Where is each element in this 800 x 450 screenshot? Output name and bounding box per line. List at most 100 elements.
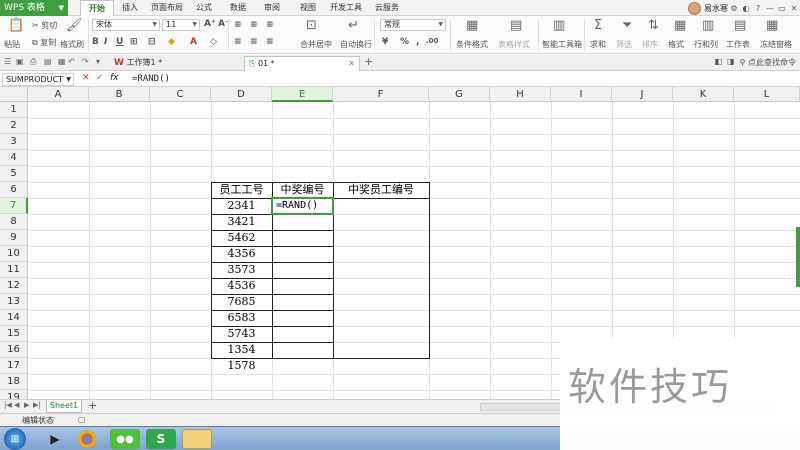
row-header-10[interactable]: 10 bbox=[0, 246, 28, 262]
employee-id-cell[interactable]: 5462 bbox=[211, 230, 272, 246]
skin-icon[interactable]: ◐ bbox=[740, 4, 752, 13]
italic-button[interactable]: I bbox=[104, 37, 107, 47]
tab-review[interactable]: 审阅 bbox=[258, 0, 286, 16]
employee-id-cell[interactable]: 3573 bbox=[211, 262, 272, 278]
conditional-format-icon[interactable]: ▦ bbox=[466, 18, 478, 33]
row-header-2[interactable]: 2 bbox=[0, 118, 28, 134]
row-header-4[interactable]: 4 bbox=[0, 150, 28, 166]
share-icon[interactable]: ◨ bbox=[727, 57, 735, 68]
align-center-icon[interactable]: ≡ bbox=[250, 37, 258, 47]
feedback-icon[interactable]: ◧ bbox=[714, 57, 722, 68]
employee-id-cell[interactable]: 1354 bbox=[211, 342, 272, 358]
redo-icon[interactable]: ↷ bbox=[82, 57, 89, 66]
employee-id-cell[interactable]: 3421 bbox=[211, 214, 272, 230]
prev-sheet-icon[interactable]: ◀ bbox=[14, 401, 19, 409]
column-header-l[interactable]: L bbox=[734, 87, 800, 102]
formula-input[interactable]: =RAND() bbox=[132, 73, 170, 86]
chrome-icon[interactable] bbox=[78, 430, 96, 448]
avatar[interactable] bbox=[688, 1, 701, 15]
font-size-select[interactable]: 11 ▼ bbox=[162, 19, 200, 31]
row-header-13[interactable]: 13 bbox=[0, 294, 28, 310]
tab-insert[interactable]: 插入 bbox=[116, 0, 144, 16]
tab-formulas[interactable]: 公式 bbox=[190, 0, 218, 16]
sort-button[interactable]: 排序 bbox=[642, 39, 658, 50]
cut-button[interactable]: ✂ 剪切 bbox=[32, 20, 57, 31]
tab-home[interactable]: 开始 bbox=[80, 0, 114, 16]
align-top-icon[interactable]: ≡ bbox=[234, 20, 242, 30]
column-header-c[interactable]: C bbox=[150, 87, 211, 102]
filter-button[interactable]: 筛选 bbox=[616, 39, 632, 50]
row-header-15[interactable]: 15 bbox=[0, 326, 28, 342]
settings-icon[interactable]: ⚙ bbox=[728, 4, 740, 13]
clear-format-icon[interactable]: ◇ bbox=[210, 37, 217, 47]
font-color-icon[interactable]: A bbox=[190, 37, 197, 47]
employee-id-cell[interactable]: 2341 bbox=[211, 198, 272, 214]
last-sheet-icon[interactable]: ▶| bbox=[33, 401, 41, 409]
menu-icon[interactable]: ☰ bbox=[4, 57, 11, 66]
column-header-i[interactable]: I bbox=[551, 87, 612, 102]
sum-icon[interactable]: Σ bbox=[594, 18, 602, 33]
row-header-12[interactable]: 12 bbox=[0, 278, 28, 294]
dropdown-icon[interactable]: ▾ bbox=[96, 57, 100, 66]
row-header-5[interactable]: 5 bbox=[0, 166, 28, 182]
maximize-icon[interactable]: ▭ bbox=[776, 4, 788, 13]
freeze-icon[interactable]: ▦ bbox=[766, 18, 778, 33]
cell-merge-icon[interactable]: ⊟ bbox=[148, 37, 156, 47]
border-icon[interactable]: ⊞ bbox=[130, 37, 138, 47]
name-box[interactable]: SUMPRODUCT ▼ bbox=[2, 73, 74, 86]
sheet-tab-sheet1[interactable]: Sheet1 bbox=[46, 400, 82, 413]
bold-button[interactable]: B bbox=[92, 37, 99, 47]
employee-id-cell[interactable]: 5743 bbox=[211, 326, 272, 342]
align-right-icon[interactable]: ≡ bbox=[266, 37, 274, 47]
wrap-text-icon[interactable]: ↵ bbox=[348, 18, 359, 33]
row-header-14[interactable]: 14 bbox=[0, 310, 28, 326]
doc-tab-workbook1[interactable]: W 工作簿1 * bbox=[110, 56, 190, 71]
first-sheet-icon[interactable]: |◀ bbox=[4, 401, 12, 409]
close-tab-icon[interactable]: ✕ bbox=[348, 57, 355, 71]
user-name[interactable]: 易水寒 bbox=[704, 3, 728, 14]
smart-toolbox-button[interactable]: 智能工具箱 bbox=[542, 39, 582, 50]
row-header-18[interactable]: 18 bbox=[0, 374, 28, 390]
conditional-format-button[interactable]: 条件格式 bbox=[456, 39, 488, 50]
employee-id-cell[interactable]: 4356 bbox=[211, 246, 272, 262]
row-header-1[interactable]: 1 bbox=[0, 102, 28, 118]
header-cell-winner-id[interactable]: 中奖员工编号 bbox=[333, 182, 429, 198]
wechat-icon[interactable]: ●● bbox=[110, 429, 140, 449]
format-button[interactable]: 格式 bbox=[668, 39, 684, 50]
employee-id-cell[interactable]: 6583 bbox=[211, 310, 272, 326]
confirm-icon[interactable]: ✓ bbox=[96, 73, 104, 83]
merge-center-icon[interactable]: ⊡ bbox=[306, 18, 317, 33]
fill-color-icon[interactable]: ◆ bbox=[168, 37, 175, 47]
add-sheet-icon[interactable]: + bbox=[88, 400, 97, 412]
employee-id-cell[interactable]: 4536 bbox=[211, 278, 272, 294]
row-header-6[interactable]: 6 bbox=[0, 182, 28, 198]
cancel-icon[interactable]: ✕ bbox=[82, 73, 90, 83]
filter-icon[interactable]: ⏷ bbox=[622, 18, 632, 33]
font-name-select[interactable]: 宋体 ▼ bbox=[92, 19, 160, 31]
number-format-select[interactable]: 常规 ▼ bbox=[380, 19, 446, 31]
row-header-8[interactable]: 8 bbox=[0, 214, 28, 230]
tab-page-layout[interactable]: 页面布局 bbox=[146, 0, 188, 16]
column-header-d[interactable]: D bbox=[211, 87, 272, 102]
print-icon[interactable]: ⎙ bbox=[30, 57, 36, 67]
sum-button[interactable]: 求和 bbox=[590, 39, 606, 50]
column-header-j[interactable]: J bbox=[612, 87, 673, 102]
column-header-a[interactable]: A bbox=[28, 87, 89, 102]
wps-spreadsheet-icon[interactable]: S bbox=[146, 429, 176, 449]
worksheet-button[interactable]: 工作表 bbox=[726, 39, 750, 50]
column-header-k[interactable]: K bbox=[673, 87, 734, 102]
align-left-icon[interactable]: ≡ bbox=[234, 37, 242, 47]
save-icon[interactable]: ▣ bbox=[16, 57, 24, 66]
thousands-icon[interactable]: , bbox=[416, 37, 419, 47]
freeze-button[interactable]: 冻结窗格 bbox=[760, 39, 792, 50]
header-cell-employee-id[interactable]: 员工工号 bbox=[211, 182, 272, 198]
tab-developer[interactable]: 开发工具 bbox=[326, 0, 366, 16]
worksheet-icon[interactable]: ▤ bbox=[734, 18, 746, 33]
column-header-f[interactable]: F bbox=[333, 87, 429, 102]
increase-decimal-icon[interactable]: .00 bbox=[426, 37, 438, 45]
tab-data[interactable]: 数据 bbox=[224, 0, 252, 16]
undo-icon[interactable]: ↶ bbox=[68, 57, 75, 66]
copy-button[interactable]: ⧉ 复制 bbox=[32, 37, 56, 48]
minimize-icon[interactable]: — bbox=[764, 4, 776, 13]
sort-icon[interactable]: ⇅ bbox=[648, 18, 659, 33]
